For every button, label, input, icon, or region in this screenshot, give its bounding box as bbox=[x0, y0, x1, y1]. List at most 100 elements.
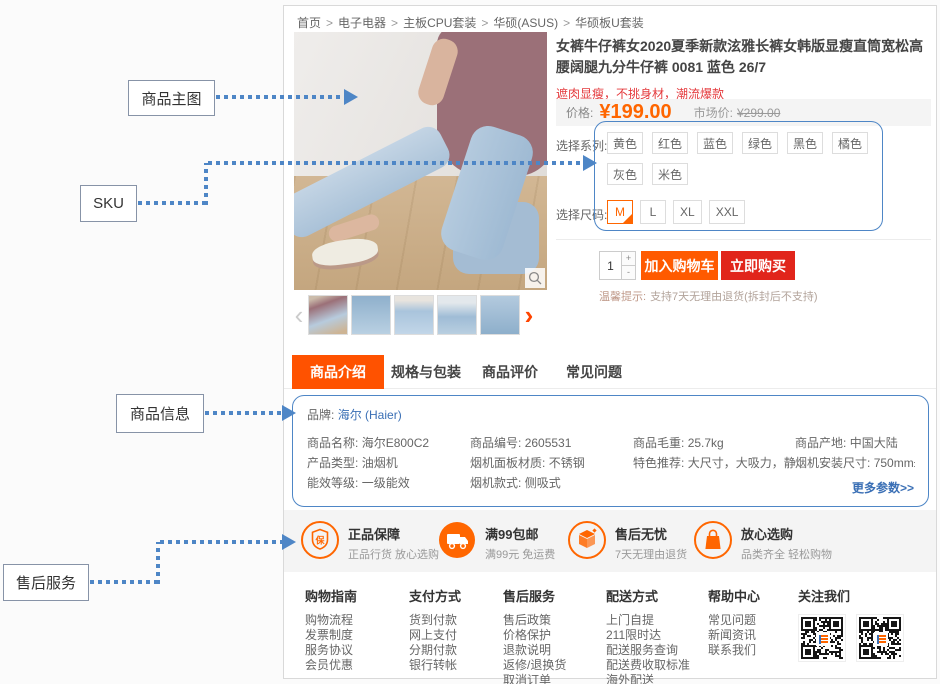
section-divider bbox=[556, 239, 931, 240]
footer-link[interactable]: 购物流程 bbox=[305, 614, 357, 627]
annotation-arrowhead-icon bbox=[583, 155, 597, 171]
size-option-l[interactable]: L bbox=[640, 200, 666, 224]
tab-reviews[interactable]: 商品评价 bbox=[468, 355, 552, 389]
color-swatch-yellow[interactable]: 黄色 bbox=[607, 132, 643, 154]
product-thumbnail[interactable] bbox=[437, 295, 477, 335]
footer-link[interactable]: 价格保护 bbox=[503, 629, 566, 642]
footer-link[interactable]: 服务协议 bbox=[305, 644, 357, 657]
spec-value: 2605531 bbox=[525, 436, 572, 450]
quantity-decrease-button[interactable]: - bbox=[622, 266, 636, 280]
size-option-xl[interactable]: XL bbox=[673, 200, 702, 224]
spec-cell: 商品编号: 2605531 bbox=[470, 434, 633, 454]
footer-link[interactable]: 联系我们 bbox=[708, 644, 760, 657]
annotation-main-image-label: 商品主图 bbox=[128, 80, 215, 116]
annotation-dotted-line bbox=[216, 95, 344, 99]
breadcrumb-separator: > bbox=[391, 16, 398, 30]
spec-cell: 商品产地: 中国大陆 bbox=[795, 434, 915, 454]
product-thumbnail[interactable] bbox=[351, 295, 391, 335]
spec-cell: 烟机面板材质: 不锈钢 bbox=[470, 454, 633, 474]
footer-link[interactable]: 网上支付 bbox=[409, 629, 461, 642]
market-price-label: 市场价: bbox=[694, 104, 733, 121]
service-item-easy-shopping: 放心选购 品类齐全 轻松购物 bbox=[693, 520, 832, 565]
color-swatch-group: 黄色 红色 蓝色 绿色 黑色 橘色 灰色 米色 bbox=[607, 132, 872, 185]
footer-link[interactable]: 211限时达 bbox=[606, 629, 690, 642]
tip-label: 温馨提示: bbox=[599, 291, 646, 303]
footer-link[interactable]: 会员优惠 bbox=[305, 659, 357, 672]
service-title: 放心选购 bbox=[741, 524, 832, 543]
add-to-cart-button[interactable]: 加入购物车 bbox=[641, 251, 718, 280]
spec-value: 大尺寸，大吸力，静音... bbox=[688, 456, 795, 470]
spec-label: 烟机款式: bbox=[470, 476, 521, 490]
price-label: 价格: bbox=[566, 104, 593, 121]
breadcrumb-category2[interactable]: 主板CPU套装 bbox=[403, 16, 476, 30]
size-option-xxl[interactable]: XXL bbox=[709, 200, 746, 224]
footer-link[interactable]: 分期付款 bbox=[409, 644, 461, 657]
buy-now-button[interactable]: 立即购买 bbox=[721, 251, 795, 280]
breadcrumb-brand[interactable]: 华硕(ASUS) bbox=[493, 16, 558, 30]
footer-column-follow-us: 关注我们 bbox=[798, 586, 904, 662]
breadcrumb-home[interactable]: 首页 bbox=[297, 16, 321, 30]
spec-cell: 特色推荐: 大尺寸，大吸力，静音... bbox=[633, 454, 795, 474]
footer-link[interactable]: 配送费收取标准 bbox=[606, 659, 690, 672]
footer-link[interactable]: 退款说明 bbox=[503, 644, 566, 657]
service-title: 售后无忧 bbox=[615, 524, 687, 543]
footer-link[interactable]: 上门自提 bbox=[606, 614, 690, 627]
spec-value: 不锈钢 bbox=[549, 456, 585, 470]
product-thumbnail[interactable] bbox=[308, 295, 348, 335]
market-price-value: ¥299.00 bbox=[737, 106, 780, 120]
footer-link[interactable]: 配送服务查询 bbox=[606, 644, 690, 657]
footer-heading: 帮助中心 bbox=[708, 586, 760, 605]
brand-link[interactable]: 海尔 (Haier) bbox=[338, 408, 402, 422]
tab-spec-packaging[interactable]: 规格与包装 bbox=[384, 355, 468, 389]
spec-cell: 能效等级: 一级能效 bbox=[307, 474, 470, 494]
return-policy-tip: 温馨提示:支持7天无理由退货(拆封后不支持) bbox=[599, 288, 818, 304]
footer-link[interactable]: 银行转帐 bbox=[409, 659, 461, 672]
tab-faq[interactable]: 常见问题 bbox=[552, 355, 636, 389]
service-item-authentic: 保 正品保障 正品行货 放心选购 bbox=[300, 520, 439, 565]
product-thumbnail[interactable] bbox=[480, 295, 520, 335]
thumbnails-next-button[interactable]: › bbox=[520, 295, 538, 335]
color-swatch-red[interactable]: 红色 bbox=[652, 132, 688, 154]
footer-link[interactable]: 返修/退换货 bbox=[503, 659, 566, 672]
color-swatch-gray[interactable]: 灰色 bbox=[607, 163, 643, 185]
qr-code bbox=[856, 614, 904, 662]
qr-logo bbox=[816, 632, 830, 646]
footer-link[interactable]: 货到付款 bbox=[409, 614, 461, 627]
product-thumbnail[interactable] bbox=[394, 295, 434, 335]
brand-row: 品牌: 海尔 (Haier) bbox=[307, 406, 402, 423]
more-params-link[interactable]: 更多参数>> bbox=[852, 479, 914, 496]
quantity-increase-button[interactable]: + bbox=[622, 251, 636, 266]
qr-logo bbox=[874, 632, 888, 646]
spec-label: 商品名称: bbox=[307, 436, 358, 450]
qr-code bbox=[798, 614, 846, 662]
spec-cell: 商品毛重: 25.7kg bbox=[633, 434, 795, 454]
spec-label: 商品毛重: bbox=[633, 436, 684, 450]
color-swatch-black[interactable]: 黑色 bbox=[787, 132, 823, 154]
shield-badge-icon: 保 bbox=[300, 520, 340, 565]
color-swatch-orange[interactable]: 橘色 bbox=[832, 132, 868, 154]
magnifier-icon[interactable] bbox=[525, 268, 545, 288]
size-option-m-selected[interactable]: M bbox=[607, 200, 633, 224]
footer-link[interactable]: 售后政策 bbox=[503, 614, 566, 627]
color-swatch-beige[interactable]: 米色 bbox=[652, 163, 688, 185]
thumbnail-strip: ‹ › bbox=[290, 294, 546, 336]
thumbnails-prev-button[interactable]: ‹ bbox=[290, 295, 308, 335]
product-page-panel: 首页>电子电器>主板CPU套装>华硕(ASUS)>华硕板U套装 ‹ bbox=[283, 5, 937, 679]
annotation-product-info-label: 商品信息 bbox=[116, 394, 204, 433]
footer-link[interactable]: 发票制度 bbox=[305, 629, 357, 642]
spec-label: 商品编号: bbox=[470, 436, 521, 450]
footer-link[interactable]: 海外配送 bbox=[606, 674, 690, 684]
footer-heading: 购物指南 bbox=[305, 586, 357, 605]
footer-column-payment: 支付方式 货到付款 网上支付 分期付款 银行转帐 bbox=[409, 586, 461, 674]
quantity-input[interactable]: 1 bbox=[599, 251, 622, 280]
breadcrumb-category1[interactable]: 电子电器 bbox=[338, 16, 386, 30]
tab-product-intro[interactable]: 商品介绍 bbox=[292, 355, 384, 389]
service-guarantee-band: 保 正品保障 正品行货 放心选购 满99包邮 满99元 免运费 bbox=[284, 510, 936, 572]
color-swatch-blue[interactable]: 蓝色 bbox=[697, 132, 733, 154]
footer-link[interactable]: 取消订单 bbox=[503, 674, 566, 684]
color-swatch-green[interactable]: 绿色 bbox=[742, 132, 778, 154]
footer-link[interactable]: 常见问题 bbox=[708, 614, 760, 627]
quantity-stepper: 1 + - bbox=[599, 251, 636, 280]
footer-link[interactable]: 新闻资讯 bbox=[708, 629, 760, 642]
sku-highlight-box: 黄色 红色 蓝色 绿色 黑色 橘色 灰色 米色 M L XL XXL bbox=[594, 121, 883, 231]
